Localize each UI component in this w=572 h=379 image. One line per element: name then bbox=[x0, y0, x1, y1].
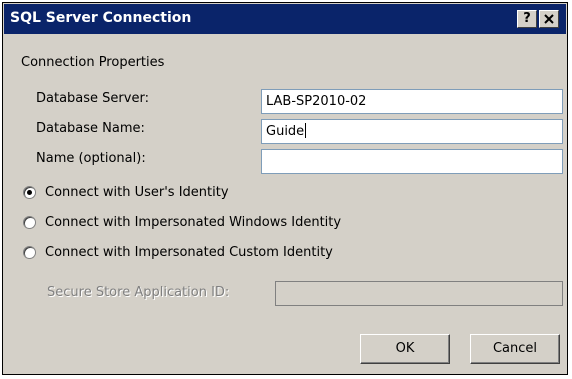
section-label: Connection Properties bbox=[21, 55, 165, 70]
database-server-value: LAB-SP2010-02 bbox=[266, 94, 367, 109]
radio-label: Connect with Impersonated Custom Identit… bbox=[45, 245, 333, 260]
database-server-label: Database Server: bbox=[36, 91, 149, 106]
ok-button[interactable]: OK bbox=[360, 334, 450, 364]
radio-label: Connect with Impersonated Windows Identi… bbox=[45, 215, 342, 230]
title-bar[interactable]: SQL Server Connection ? bbox=[4, 4, 566, 34]
radio-selected-dot bbox=[27, 190, 32, 195]
radio-label: Connect with User's Identity bbox=[45, 185, 229, 200]
cancel-button[interactable]: Cancel bbox=[470, 334, 560, 364]
secure-store-label: Secure Store Application ID: bbox=[47, 285, 230, 300]
help-button[interactable]: ? bbox=[517, 10, 537, 28]
database-name-input[interactable]: Guide bbox=[261, 119, 563, 144]
text-caret bbox=[305, 123, 307, 138]
name-optional-input[interactable] bbox=[261, 149, 563, 174]
database-name-value: Guide bbox=[266, 124, 305, 139]
name-optional-label: Name (optional): bbox=[36, 151, 146, 166]
radio-button[interactable] bbox=[23, 186, 36, 199]
database-name-label: Database Name: bbox=[36, 121, 145, 136]
secure-store-input bbox=[275, 281, 563, 306]
database-server-input[interactable]: LAB-SP2010-02 bbox=[261, 89, 563, 114]
radio-button[interactable] bbox=[23, 246, 36, 259]
dialog-title: SQL Server Connection bbox=[10, 10, 192, 26]
close-icon bbox=[544, 14, 554, 24]
close-button[interactable] bbox=[539, 10, 559, 28]
radio-button[interactable] bbox=[23, 216, 36, 229]
help-icon: ? bbox=[523, 11, 531, 26]
dialog-window: SQL Server Connection ? Connection Prope… bbox=[2, 2, 568, 375]
